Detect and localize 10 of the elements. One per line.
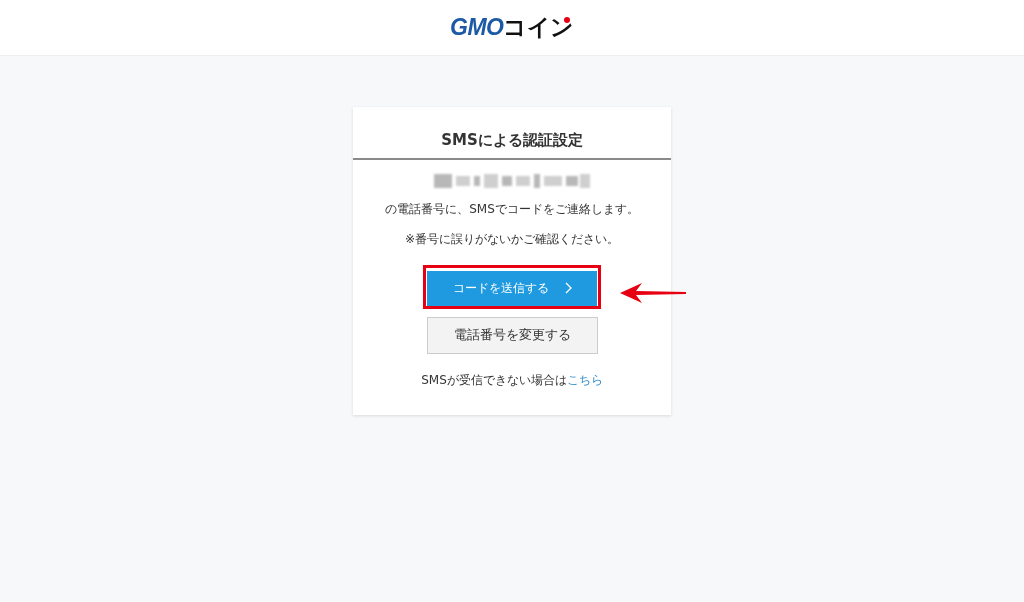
change-number-button[interactable]: 電話番号を変更する [426, 316, 598, 354]
card-title: SMSによる認証設定 [353, 107, 671, 160]
message-text: の電話番号に、SMSでコードをご連絡します。 [384, 200, 640, 218]
send-code-button[interactable]: コードを送信する [427, 270, 597, 306]
arrow-icon [620, 283, 686, 303]
chevron-right-icon [564, 282, 572, 294]
logo: GMOコイン [450, 16, 574, 39]
help-text: SMSが受信できない場合はこちら [420, 371, 604, 389]
help-link[interactable]: こちら [566, 372, 603, 387]
message-text: ※番号に誤りがないかご確認ください。 [403, 230, 621, 248]
